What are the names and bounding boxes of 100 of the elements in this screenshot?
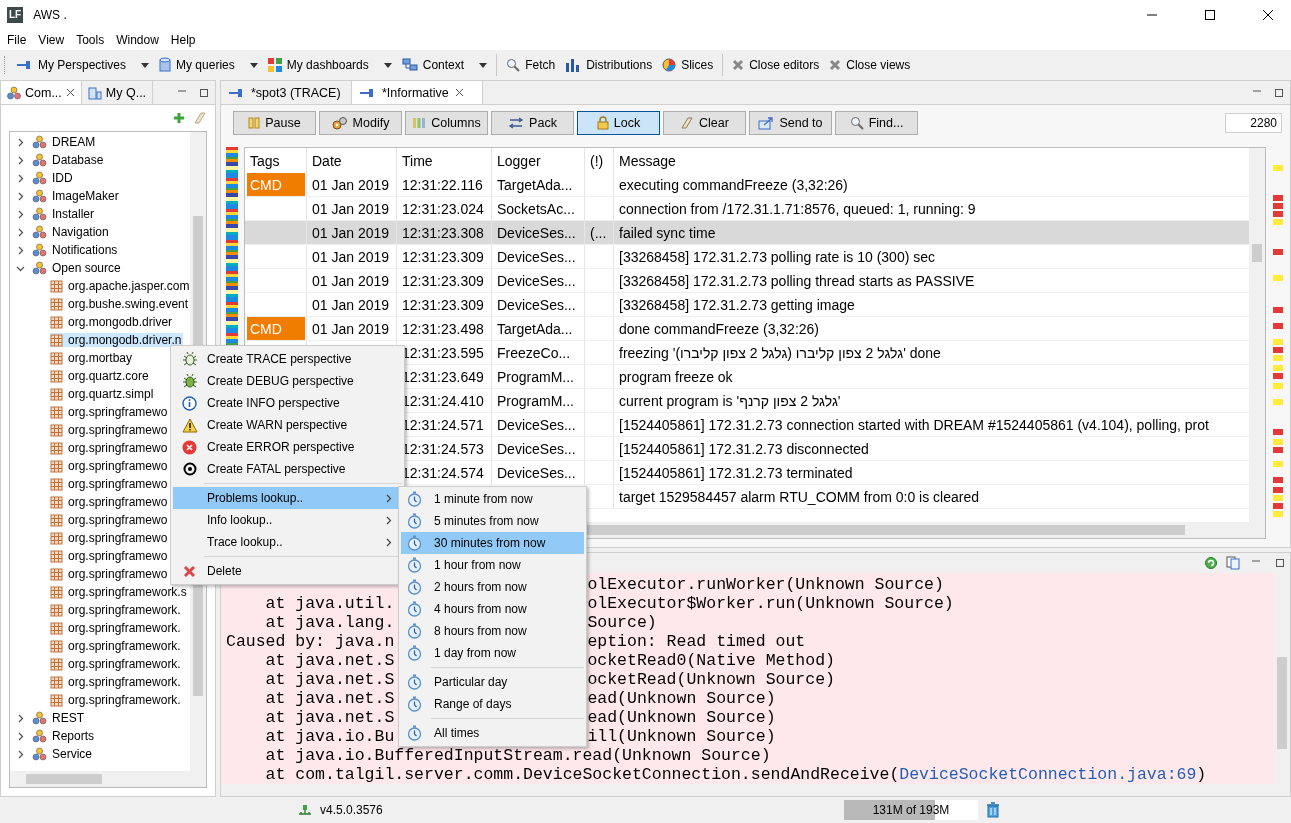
refresh-icon[interactable] [1204,556,1218,570]
scrollbar[interactable] [1249,148,1265,522]
toolbar-button[interactable]: Context [397,55,492,75]
tree-item[interactable]: org.springframewo [50,495,170,509]
menu-item[interactable]: All times [401,722,584,744]
maximize-icon[interactable] [1204,9,1216,21]
tree-item[interactable]: org.mongodb.driver [50,315,175,329]
menu-item[interactable]: View [32,31,71,49]
maximize-icon[interactable] [1275,558,1285,568]
toolbar-button[interactable]: Close views [825,55,915,75]
table-row[interactable]: 01 Jan 2019 12:31:23.309 DeviceSes... [33268458] 172.31.2.73 polling thread starts as PASSIVE [245,269,1249,293]
tree-item[interactable]: org.springframework. [50,657,183,671]
close-icon[interactable] [454,88,464,97]
tree-item[interactable]: org.springframewo [50,441,170,455]
menu-item[interactable]: 2 hours from now [401,576,584,598]
close-icon[interactable] [65,88,75,97]
scrollbar[interactable] [221,784,1290,796]
tree-item[interactable]: ImageMaker [10,187,190,205]
toolbar-button[interactable]: Slices [658,55,718,75]
tree-item[interactable]: DREAM [10,133,190,151]
menu-item[interactable]: Window [110,31,165,49]
column-header[interactable]: Message [614,148,1249,173]
toolbar-button[interactable]: Pause [233,111,316,135]
tree-item[interactable]: IDD [10,169,190,187]
menu-item[interactable]: Info lookup.. [173,509,402,531]
source-link[interactable]: DeviceSocketConnection.java:69 [899,765,1197,784]
table-row[interactable]: 01 Jan 2019 12:31:23.308 DeviceSes... (... failed sync time [245,221,1249,245]
maximize-icon[interactable] [1274,87,1284,98]
menu-item[interactable]: Particular day [401,671,584,693]
column-header[interactable]: Logger [492,148,585,173]
tree-item[interactable]: org.springframework. [50,675,183,689]
menu-item[interactable]: 8 hours from now [401,620,584,642]
tree-item[interactable]: Reports [10,727,190,745]
tree-item[interactable]: Database [10,151,190,169]
panel-tab[interactable]: My Q... [81,81,154,104]
menu-item[interactable]: Delete [173,560,402,582]
panel-tab[interactable]: Com... [1,81,82,104]
tree-item[interactable]: org.springframework. [50,603,183,617]
toolbar-button[interactable]: Modify [319,111,402,135]
plus-icon[interactable] [173,112,185,124]
tree-item[interactable]: REST [10,709,190,727]
table-row[interactable]: CMD 01 Jan 2019 12:31:23.498 TargetAda... done commandFreeze (3,32:26) [245,317,1249,341]
tree-item[interactable]: org.quartz.simpl [50,387,156,401]
tree-item[interactable]: org.springframewo [50,549,170,563]
menu-item[interactable]: File [1,31,33,49]
tree-item[interactable]: org.springframework. [50,639,183,653]
tree-item[interactable]: org.springframewo [50,531,170,545]
menu-item[interactable]: 1 hour from now [401,554,584,576]
toolbar-button[interactable]: Close editors [728,55,824,75]
toolbar-button[interactable]: Send to [749,111,832,135]
table-row[interactable]: 01 Jan 2019 12:31:23.309 DeviceSes... [33268458] 172.31.2.73 getting image [245,293,1249,317]
toolbar-button[interactable]: My dashboards [263,55,396,75]
tree-item[interactable]: org.springframewo [50,513,170,527]
menu-item[interactable]: Help [164,31,202,49]
tree-item[interactable]: org.quartz.core [50,369,151,383]
table-row[interactable]: CMD 01 Jan 2019 12:31:22.116 TargetAda... executing commandFreeze (3,32:26) [245,173,1249,197]
toolbar-button[interactable]: Clear [663,111,746,135]
toolbar-button[interactable]: Lock [577,111,660,135]
tree-item[interactable]: org.apache.jasper.com [50,279,190,293]
tree-item[interactable]: Navigation [10,223,190,241]
column-header[interactable]: Time [397,148,492,173]
menu-item[interactable]: Range of days [401,693,584,715]
tree-item[interactable]: Service [10,745,190,763]
toolbar-button[interactable]: My queries [155,54,262,76]
tree-item[interactable]: org.springframework.s [50,585,189,599]
menu-item[interactable]: 4 hours from now [401,598,584,620]
editor-tab[interactable]: *Informative [352,81,483,104]
menu-item[interactable]: Trace lookup.. [173,531,402,553]
tree-item[interactable]: Open source [10,259,190,277]
menu-item[interactable]: 1 minute from now [401,488,584,510]
tree-item[interactable]: org.mongodb.driver.n [50,333,184,347]
toolbar-button[interactable]: My Perspectives [13,55,154,75]
toolbar-button[interactable]: Pack [491,111,574,135]
close-icon[interactable] [1262,9,1274,21]
tree-item[interactable]: org.mortbay [50,351,135,365]
tree-item[interactable]: org.springframewo [50,567,170,581]
tree-item[interactable]: Notifications [10,241,190,259]
tree-item[interactable]: org.springframewo [50,423,170,437]
tree-item[interactable]: Installer [10,205,190,223]
maximize-icon[interactable] [199,87,209,98]
menu-item[interactable]: 1 day from now [401,642,584,664]
menu-item[interactable]: 30 minutes from now [401,532,584,554]
scrollbar[interactable] [10,771,206,787]
tree-item[interactable]: org.springframewo [50,459,170,473]
tree-item[interactable]: org.springframewo [50,477,170,491]
tree-item[interactable]: org.springframewo [50,405,170,419]
menu-item[interactable]: Tools [70,31,111,49]
column-header[interactable]: Date [307,148,397,173]
trash-icon[interactable] [986,802,1000,818]
tree-item[interactable]: org.bushe.swing.event [50,297,190,311]
tree-item[interactable]: org.springframework. [50,621,183,635]
toolbar-button[interactable]: Fetch [502,55,560,75]
menu-item[interactable]: 5 minutes from now [401,510,584,532]
column-header[interactable]: (!) [585,148,614,173]
copy-icon[interactable] [1226,556,1240,570]
toolbar-button[interactable]: Distributions [561,55,657,75]
table-row[interactable]: 01 Jan 2019 12:31:23.309 DeviceSes... [33268458] 172.31.2.73 polling rate is 10 (300) sec [245,245,1249,269]
tree-item[interactable]: org.springframework. [50,693,183,707]
toolbar-button[interactable]: Find... [835,111,918,135]
toolbar-button[interactable]: Columns [405,111,488,135]
